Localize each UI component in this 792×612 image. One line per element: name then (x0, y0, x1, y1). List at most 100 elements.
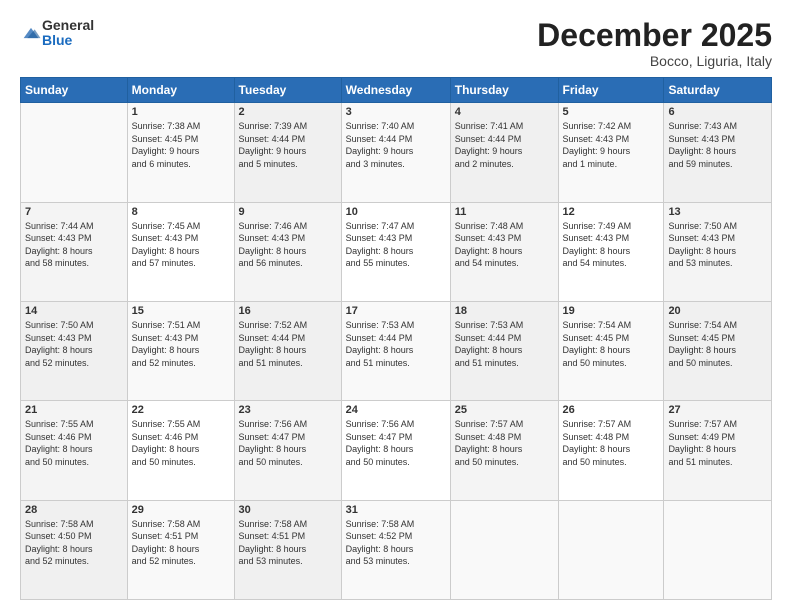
day-info: Sunrise: 7:41 AM Sunset: 4:44 PM Dayligh… (455, 120, 554, 170)
day-number: 3 (346, 106, 446, 118)
day-info: Sunrise: 7:58 AM Sunset: 4:52 PM Dayligh… (346, 518, 446, 568)
day-info: Sunrise: 7:51 AM Sunset: 4:43 PM Dayligh… (132, 319, 230, 369)
table-row: 30Sunrise: 7:58 AM Sunset: 4:51 PM Dayli… (234, 500, 341, 599)
day-info: Sunrise: 7:46 AM Sunset: 4:43 PM Dayligh… (239, 220, 337, 270)
day-number: 16 (239, 305, 337, 317)
col-friday: Friday (558, 78, 664, 103)
day-number: 22 (132, 404, 230, 416)
day-info: Sunrise: 7:53 AM Sunset: 4:44 PM Dayligh… (346, 319, 446, 369)
day-info: Sunrise: 7:56 AM Sunset: 4:47 PM Dayligh… (239, 418, 337, 468)
day-info: Sunrise: 7:42 AM Sunset: 4:43 PM Dayligh… (563, 120, 660, 170)
table-row: 12 Sunrise: 7:49 AM Sunset: 4:43 PM Dayli… (558, 202, 664, 301)
day-info: Sunrise: 7:58 AM Sunset: 4:51 PM Dayligh… (132, 518, 230, 568)
table-row: 9 Sunrise: 7:46 AM Sunset: 4:43 PM Daylig… (234, 202, 341, 301)
table-row: 28 Sunrise: 7:58 AM Sunset: 4:50 PM Dayli… (21, 500, 128, 599)
col-thursday: Thursday (450, 78, 558, 103)
day-info: Sunrise: 7:44 AM Sunset: 4:43 PM Dayligh… (25, 220, 123, 270)
day-info: Sunrise: 7:54 AM Sunset: 4:45 PM Dayligh… (563, 319, 660, 369)
table-row: 10 Sunrise: 7:47 AM Sunset: 4:43 PM Dayli… (341, 202, 450, 301)
table-row: 6Sunrise: 7:43 AM Sunset: 4:43 PM Daylig… (664, 103, 772, 202)
day-info: Sunrise: 7:50 AM Sunset: 4:43 PM Dayligh… (25, 319, 123, 369)
day-number: 6 (668, 106, 767, 118)
col-wednesday: Wednesday (341, 78, 450, 103)
calendar-table: Sunday Monday Tuesday Wednesday Thursday… (20, 77, 772, 600)
table-row: 20 Sunrise: 7:54 AM Sunset: 4:45 PM Dayli… (664, 301, 772, 400)
day-number: 8 (132, 206, 230, 218)
day-info: Sunrise: 7:57 AM Sunset: 4:49 PM Dayligh… (668, 418, 767, 468)
day-number: 15 (132, 305, 230, 317)
table-row: 24 Sunrise: 7:56 AM Sunset: 4:47 PM Dayli… (341, 401, 450, 500)
table-row: 3 Sunrise: 7:40 AM Sunset: 4:44 PM Daylig… (341, 103, 450, 202)
table-row: 8 Sunrise: 7:45 AM Sunset: 4:43 PM Daylig… (127, 202, 234, 301)
table-row (450, 500, 558, 599)
calendar-week-row: 21 Sunrise: 7:55 AM Sunset: 4:46 PM Dayli… (21, 401, 772, 500)
table-row: 4 Sunrise: 7:41 AM Sunset: 4:44 PM Daylig… (450, 103, 558, 202)
logo-icon (20, 22, 42, 44)
day-info: Sunrise: 7:58 AM Sunset: 4:51 PM Dayligh… (239, 518, 337, 568)
day-number: 24 (346, 404, 446, 416)
day-info: Sunrise: 7:55 AM Sunset: 4:46 PM Dayligh… (25, 418, 123, 468)
table-row: 21 Sunrise: 7:55 AM Sunset: 4:46 PM Dayli… (21, 401, 128, 500)
day-number: 26 (563, 404, 660, 416)
day-info: Sunrise: 7:53 AM Sunset: 4:44 PM Dayligh… (455, 319, 554, 369)
table-row: 17Sunrise: 7:53 AM Sunset: 4:44 PM Dayli… (341, 301, 450, 400)
day-number: 11 (455, 206, 554, 218)
table-row: 13 Sunrise: 7:50 AM Sunset: 4:43 PM Dayli… (664, 202, 772, 301)
location-title: Bocco, Liguria, Italy (537, 53, 772, 69)
table-row: 31Sunrise: 7:58 AM Sunset: 4:52 PM Dayli… (341, 500, 450, 599)
calendar-week-row: 28 Sunrise: 7:58 AM Sunset: 4:50 PM Dayli… (21, 500, 772, 599)
logo-blue: Blue (42, 33, 94, 48)
day-info: Sunrise: 7:48 AM Sunset: 4:43 PM Dayligh… (455, 220, 554, 270)
month-title: December 2025 (537, 18, 772, 53)
table-row: 23 Sunrise: 7:56 AM Sunset: 4:47 PM Dayli… (234, 401, 341, 500)
day-info: Sunrise: 7:40 AM Sunset: 4:44 PM Dayligh… (346, 120, 446, 170)
page: General Blue December 2025 Bocco, Liguri… (0, 0, 792, 612)
day-info: Sunrise: 7:49 AM Sunset: 4:43 PM Dayligh… (563, 220, 660, 270)
day-number: 20 (668, 305, 767, 317)
calendar-week-row: 14 Sunrise: 7:50 AM Sunset: 4:43 PM Dayli… (21, 301, 772, 400)
table-row: 2Sunrise: 7:39 AM Sunset: 4:44 PM Daylig… (234, 103, 341, 202)
col-tuesday: Tuesday (234, 78, 341, 103)
table-row: 7 Sunrise: 7:44 AM Sunset: 4:43 PM Daylig… (21, 202, 128, 301)
day-number: 9 (239, 206, 337, 218)
day-number: 10 (346, 206, 446, 218)
col-monday: Monday (127, 78, 234, 103)
day-number: 18 (455, 305, 554, 317)
day-number: 25 (455, 404, 554, 416)
day-number: 27 (668, 404, 767, 416)
day-number: 4 (455, 106, 554, 118)
day-number: 28 (25, 504, 123, 516)
day-info: Sunrise: 7:57 AM Sunset: 4:48 PM Dayligh… (563, 418, 660, 468)
day-info: Sunrise: 7:45 AM Sunset: 4:43 PM Dayligh… (132, 220, 230, 270)
table-row: 22 Sunrise: 7:55 AM Sunset: 4:46 PM Dayli… (127, 401, 234, 500)
header: General Blue December 2025 Bocco, Liguri… (20, 18, 772, 69)
table-row: 5 Sunrise: 7:42 AM Sunset: 4:43 PM Daylig… (558, 103, 664, 202)
day-info: Sunrise: 7:56 AM Sunset: 4:47 PM Dayligh… (346, 418, 446, 468)
logo: General Blue (20, 18, 94, 49)
day-number: 12 (563, 206, 660, 218)
day-info: Sunrise: 7:55 AM Sunset: 4:46 PM Dayligh… (132, 418, 230, 468)
day-info: Sunrise: 7:54 AM Sunset: 4:45 PM Dayligh… (668, 319, 767, 369)
day-number: 14 (25, 305, 123, 317)
day-number: 23 (239, 404, 337, 416)
day-number: 13 (668, 206, 767, 218)
table-row (21, 103, 128, 202)
day-number: 7 (25, 206, 123, 218)
day-info: Sunrise: 7:47 AM Sunset: 4:43 PM Dayligh… (346, 220, 446, 270)
table-row: 27 Sunrise: 7:57 AM Sunset: 4:49 PM Dayli… (664, 401, 772, 500)
day-info: Sunrise: 7:50 AM Sunset: 4:43 PM Dayligh… (668, 220, 767, 270)
calendar-week-row: 7 Sunrise: 7:44 AM Sunset: 4:43 PM Daylig… (21, 202, 772, 301)
day-info: Sunrise: 7:57 AM Sunset: 4:48 PM Dayligh… (455, 418, 554, 468)
day-number: 5 (563, 106, 660, 118)
table-row: 16Sunrise: 7:52 AM Sunset: 4:44 PM Dayli… (234, 301, 341, 400)
table-row: 18 Sunrise: 7:53 AM Sunset: 4:44 PM Dayli… (450, 301, 558, 400)
table-row (664, 500, 772, 599)
table-row: 14 Sunrise: 7:50 AM Sunset: 4:43 PM Dayli… (21, 301, 128, 400)
col-sunday: Sunday (21, 78, 128, 103)
day-info: Sunrise: 7:58 AM Sunset: 4:50 PM Dayligh… (25, 518, 123, 568)
day-info: Sunrise: 7:39 AM Sunset: 4:44 PM Dayligh… (239, 120, 337, 170)
table-row: 11 Sunrise: 7:48 AM Sunset: 4:43 PM Dayli… (450, 202, 558, 301)
day-number: 21 (25, 404, 123, 416)
table-row: 15 Sunrise: 7:51 AM Sunset: 4:43 PM Dayli… (127, 301, 234, 400)
calendar-header-row: Sunday Monday Tuesday Wednesday Thursday… (21, 78, 772, 103)
